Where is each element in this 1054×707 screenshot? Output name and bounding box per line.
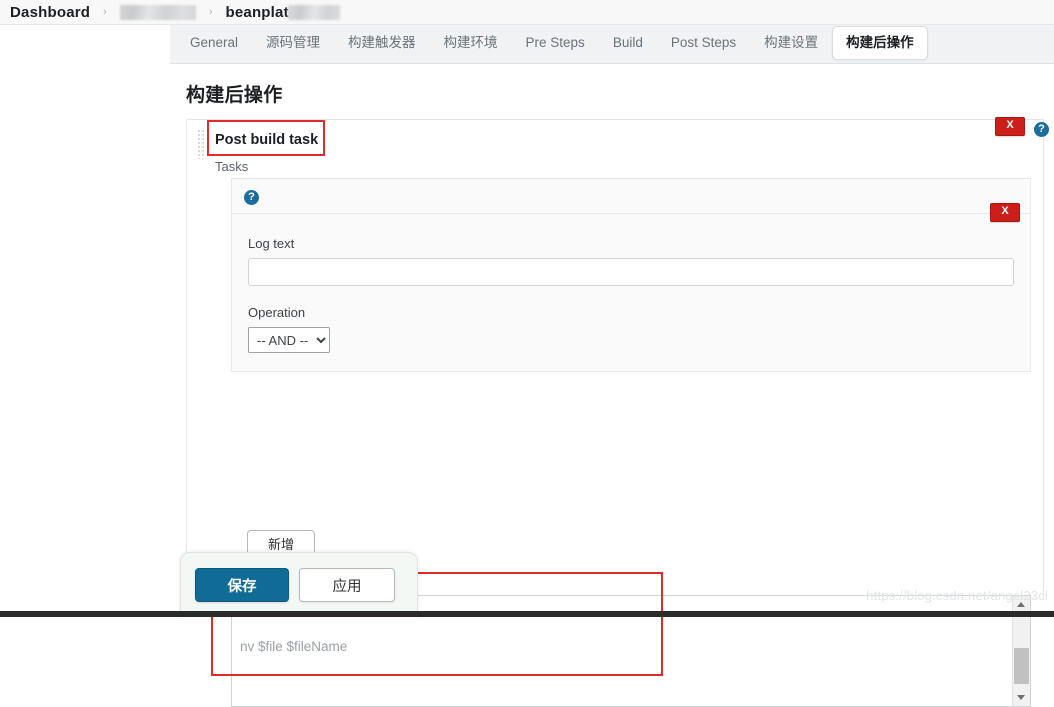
tasks-label: Tasks [215, 159, 249, 174]
post-build-task-title: Post build task [215, 132, 319, 148]
breadcrumb: Dashboard › › beanplat-ser › [0, 0, 1054, 25]
delete-task-button[interactable]: X [990, 203, 1020, 222]
tab-post-steps[interactable]: Post Steps [657, 26, 750, 60]
tab-build-environment[interactable]: 构建环境 [430, 26, 512, 60]
watermark: https://blog.csdn.net/angel23cl [866, 588, 1048, 603]
breadcrumb-separator-icon: › [103, 6, 107, 18]
operation-label: Operation [248, 305, 306, 320]
breadcrumb-item-dashboard[interactable]: Dashboard [10, 4, 90, 21]
help-icon-post-build-task[interactable]: ? [1034, 122, 1049, 137]
tab-build-settings[interactable]: 构建设置 [750, 26, 832, 60]
page-title: 构建后操作 [186, 85, 283, 106]
tasks-help-row: ? [232, 179, 1030, 213]
script-line-clipped: nv $file $fileName [240, 640, 348, 654]
operation-select[interactable]: -- AND -- [248, 327, 330, 353]
scrollbar-down-arrow-icon[interactable] [1013, 689, 1030, 707]
apply-button[interactable]: 应用 [299, 568, 395, 602]
save-button[interactable]: 保存 [195, 568, 289, 602]
tab-source-management[interactable]: 源码管理 [252, 26, 334, 60]
task-block: X Log text Operation -- AND -- [232, 203, 1030, 371]
scrollbar-thumb[interactable] [1014, 648, 1029, 685]
breadcrumb-separator-icon-2: › [208, 6, 213, 18]
breadcrumb-item-redacted[interactable] [119, 4, 196, 20]
tab-build[interactable]: Build [599, 26, 657, 60]
post-build-task-panel: Post build task Tasks X ? ? X Log text O… [186, 117, 1049, 707]
log-text-input[interactable] [248, 258, 1014, 286]
log-text-label: Log text [248, 236, 295, 251]
tab-build-triggers[interactable]: 构建触发器 [334, 26, 430, 60]
delete-post-build-task-button[interactable]: X [995, 117, 1025, 136]
tab-post-build-actions[interactable]: 构建后操作 [832, 26, 928, 60]
breadcrumb-item-job[interactable]: beanplat-ser [226, 4, 340, 21]
drag-handle-icon[interactable] [197, 129, 206, 159]
tasks-container: ? X Log text Operation -- AND -- [231, 178, 1031, 372]
page-bottom-edge [0, 611, 1054, 617]
form-action-bar: 保存 应用 [180, 552, 418, 617]
config-tab-bar: General 源码管理 构建触发器 构建环境 Pre Steps Build … [170, 25, 1054, 64]
main-column: General 源码管理 构建触发器 构建环境 Pre Steps Build … [170, 25, 1054, 707]
breadcrumb-job-mask [287, 4, 340, 20]
left-gutter [0, 25, 170, 617]
help-icon-tasks[interactable]: ? [244, 190, 259, 206]
config-content: 构建后操作 Post build task Tasks X ? ? X Log … [170, 64, 1054, 707]
tab-general[interactable]: General [176, 26, 252, 60]
tab-pre-steps[interactable]: Pre Steps [512, 26, 599, 60]
